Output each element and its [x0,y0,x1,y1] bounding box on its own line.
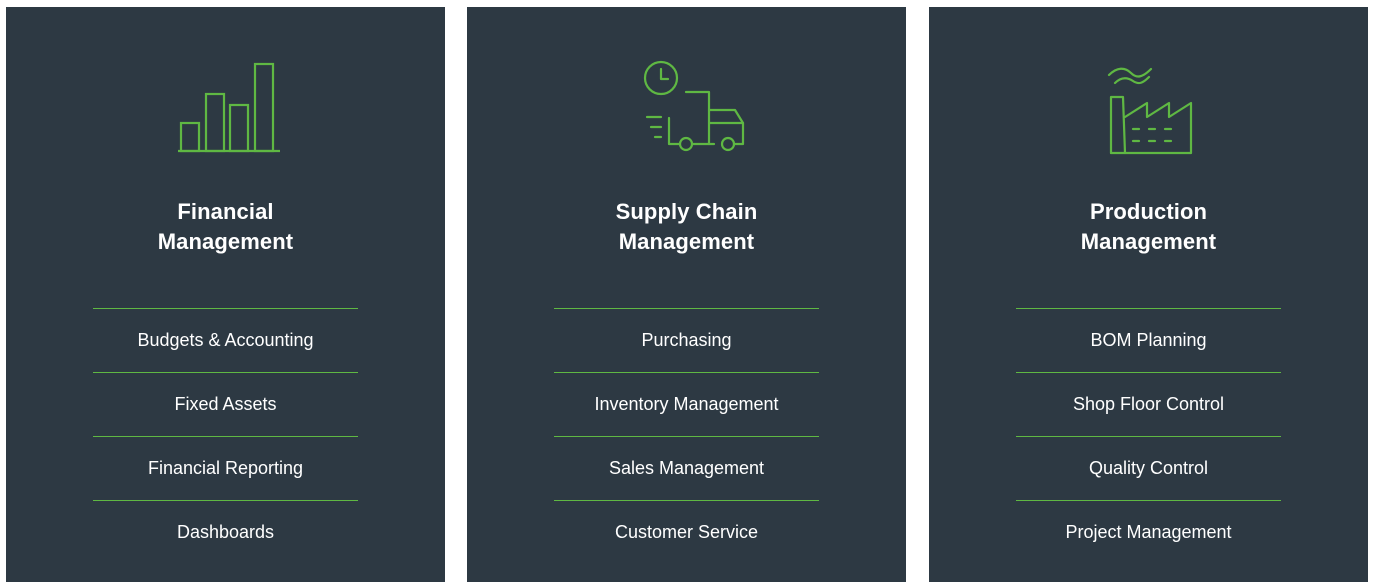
feature-link-project-management[interactable]: Project Management [1016,500,1281,564]
feature-link-purchasing[interactable]: Purchasing [554,308,819,372]
feature-list: Purchasing Inventory Management Sales Ma… [554,308,819,564]
card-title-line: Supply Chain [615,199,758,224]
card-title: Supply Chain Management [467,197,906,257]
feature-link-sales-management[interactable]: Sales Management [554,436,819,500]
feature-link-quality-control[interactable]: Quality Control [1016,436,1281,500]
feature-link-customer-service[interactable]: Customer Service [554,500,819,564]
modules-grid: Financial Management Budgets & Accountin… [0,0,1373,582]
feature-list: Budgets & Accounting Fixed Assets Financ… [93,308,358,564]
feature-link-financial-reporting[interactable]: Financial Reporting [93,436,358,500]
feature-link-inventory-management[interactable]: Inventory Management [554,372,819,436]
card-title: Production Management [929,197,1368,257]
card-title-line: Management [1080,229,1217,254]
card-title: Financial Management [6,197,445,257]
card-supply-chain-management: Supply Chain Management Purchasing Inven… [467,7,906,582]
feature-link-budgets-accounting[interactable]: Budgets & Accounting [93,308,358,372]
feature-link-shop-floor-control[interactable]: Shop Floor Control [1016,372,1281,436]
feature-link-bom-planning[interactable]: BOM Planning [1016,308,1281,372]
feature-link-dashboards[interactable]: Dashboards [93,500,358,564]
feature-link-fixed-assets[interactable]: Fixed Assets [93,372,358,436]
card-financial-management: Financial Management Budgets & Accountin… [6,7,445,582]
card-production-management: Production Management BOM Planning Shop … [929,7,1368,582]
card-title-line: Financial [177,199,274,224]
feature-list: BOM Planning Shop Floor Control Quality … [1016,308,1281,564]
delivery-truck-clock-icon [627,57,747,157]
card-title-line: Management [618,229,755,254]
bar-chart-icon [166,57,286,157]
card-title-line: Management [157,229,294,254]
factory-icon [1089,57,1209,157]
card-title-line: Production [1089,199,1208,224]
